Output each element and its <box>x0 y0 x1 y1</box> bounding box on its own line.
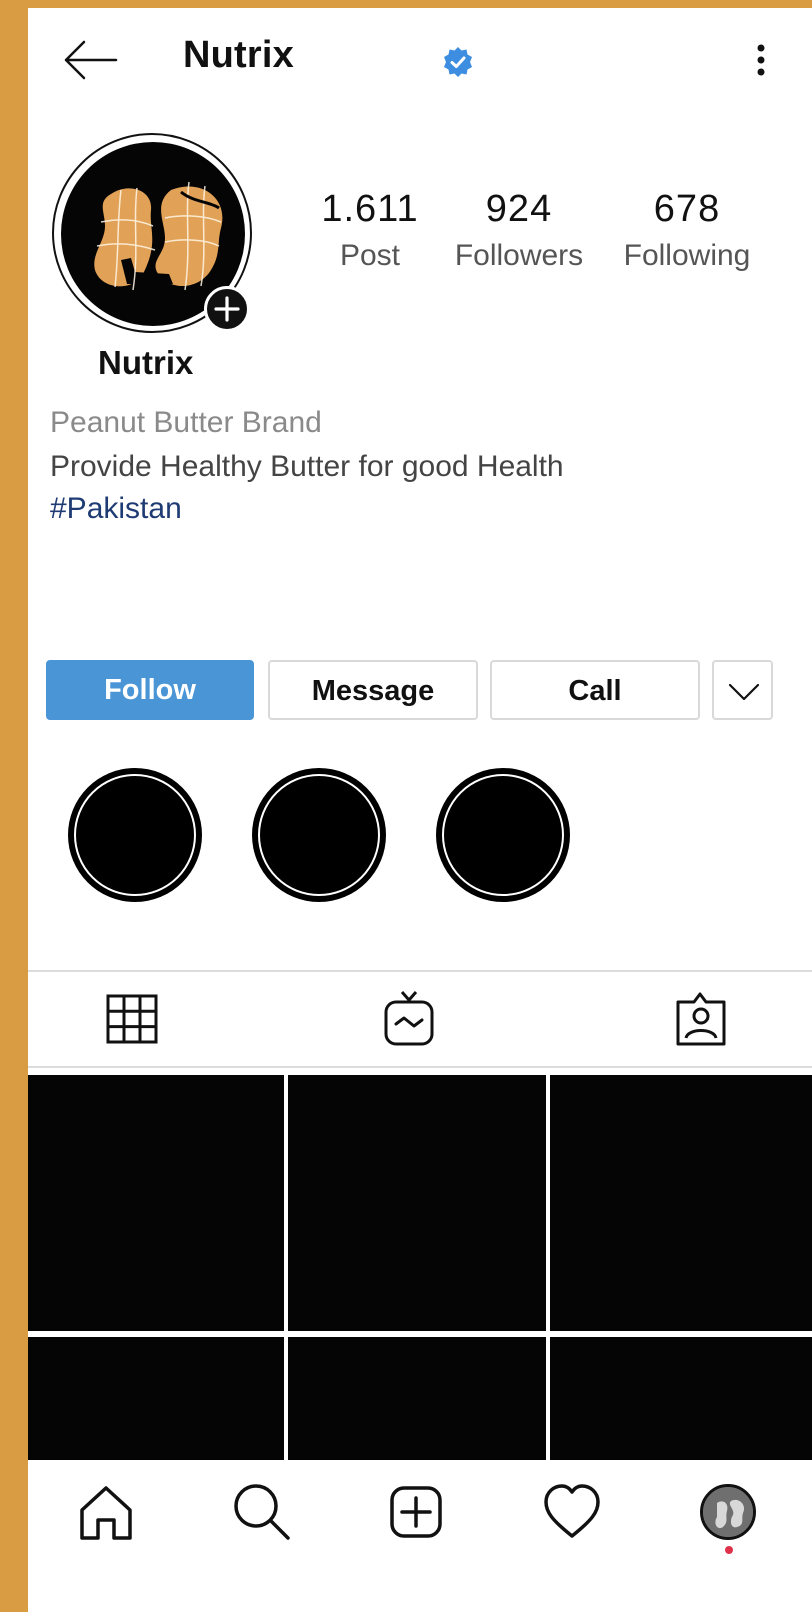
posts-count: 1.611 <box>321 188 419 230</box>
bio-text: Provide Healthy Butter for good Health <box>50 450 564 483</box>
follow-button[interactable]: Follow <box>46 660 254 720</box>
story-highlight[interactable] <box>436 768 570 902</box>
profile-avatar <box>703 1487 753 1537</box>
post-thumbnail[interactable] <box>28 1337 284 1467</box>
profile-tab-avatar[interactable] <box>700 1484 756 1540</box>
notification-dot <box>725 1546 733 1554</box>
bio-hashtag-link[interactable]: #Pakistan <box>50 492 182 526</box>
post-thumbnail[interactable] <box>288 1337 546 1467</box>
arrow-left-icon[interactable] <box>60 40 120 80</box>
plus-circle-icon <box>214 296 240 322</box>
profile-display-name: Nutrix <box>98 344 194 381</box>
divider <box>28 970 812 972</box>
stat-posts[interactable]: 1.611 Post <box>310 188 430 273</box>
bio-category: Peanut Butter Brand <box>50 406 322 439</box>
message-button[interactable]: Message <box>268 660 478 720</box>
post-thumbnail[interactable] <box>550 1075 812 1331</box>
home-icon[interactable] <box>74 1480 138 1544</box>
call-button[interactable]: Call <box>490 660 700 720</box>
profile-screen: Nutrix 1.611 Post 924 Followers 678 Foll… <box>28 8 812 1612</box>
stat-following[interactable]: 678 Following <box>612 188 762 273</box>
followers-count: 924 <box>485 188 553 230</box>
following-count: 678 <box>653 188 721 230</box>
grid-icon[interactable] <box>104 988 164 1048</box>
story-highlight[interactable] <box>68 768 202 902</box>
following-label: Following <box>623 239 751 272</box>
more-vertical-icon[interactable] <box>746 38 776 88</box>
post-thumbnail[interactable] <box>28 1075 284 1331</box>
story-highlight[interactable] <box>252 768 386 902</box>
verified-badge-icon <box>444 47 472 77</box>
igtv-icon[interactable] <box>380 988 440 1048</box>
post-thumbnail[interactable] <box>288 1075 546 1331</box>
divider <box>28 1066 812 1068</box>
tagged-icon[interactable] <box>670 988 730 1048</box>
post-thumbnail[interactable] <box>550 1337 812 1467</box>
page-title: Nutrix <box>183 34 294 76</box>
add-story-button[interactable] <box>204 286 250 332</box>
posts-label: Post <box>339 239 401 272</box>
search-icon[interactable] <box>230 1480 294 1544</box>
suggestions-dropdown-button[interactable] <box>712 660 773 720</box>
heart-icon[interactable] <box>540 1480 604 1544</box>
top-bar: Nutrix <box>28 8 812 108</box>
chevron-down-icon <box>728 683 760 701</box>
bottom-navigation <box>28 1460 812 1612</box>
stat-followers[interactable]: 924 Followers <box>444 188 594 273</box>
add-post-icon[interactable] <box>384 1480 448 1544</box>
followers-label: Followers <box>454 239 584 272</box>
